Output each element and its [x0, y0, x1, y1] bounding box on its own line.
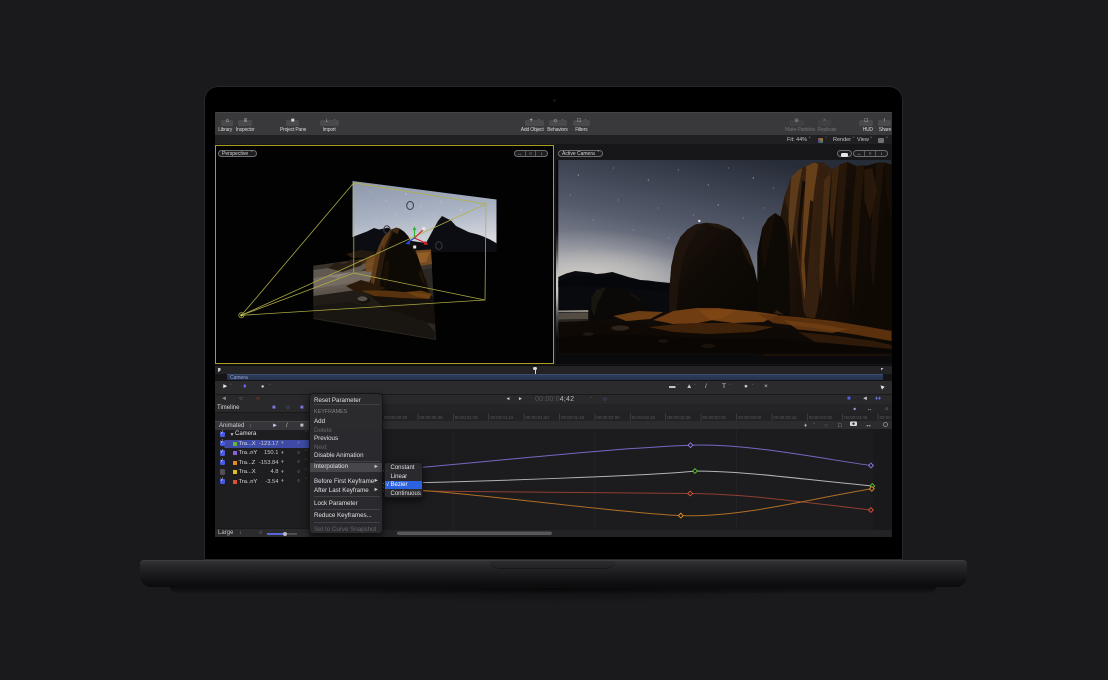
- svg-text:00:00:00:45: 00:00:00:45: [419, 415, 443, 420]
- svg-text:00:00:00:30: 00:00:00:30: [384, 415, 408, 420]
- svg-text:00:00:02:30: 00:00:02:30: [667, 415, 691, 420]
- svg-text:○: ○: [824, 423, 828, 429]
- svg-text:00:00:02:00: 00:00:02:00: [596, 415, 620, 420]
- svg-text:●: ●: [853, 407, 856, 413]
- svg-text:00:00:03:30: 00:00:03:30: [808, 415, 832, 420]
- svg-text:00:00:03:00: 00:00:03:00: [738, 415, 762, 420]
- svg-text:00:00:01:45: 00:00:01:45: [561, 415, 585, 420]
- svg-text:00:00:03:45: 00:00:03:45: [844, 415, 868, 420]
- svg-text:○: ○: [885, 407, 888, 413]
- svg-text:00:00:03:15: 00:00:03:15: [773, 415, 797, 420]
- svg-text:♦: ♦: [804, 423, 807, 429]
- svg-text:00:00:02:45: 00:00:02:45: [702, 415, 726, 420]
- svg-text:00:00:01:00: 00:00:01:00: [454, 415, 478, 420]
- svg-text:□: □: [838, 423, 842, 429]
- svg-text:00:00:02:15: 00:00:02:15: [631, 415, 655, 420]
- svg-text:00:00:01:30: 00:00:01:30: [525, 415, 549, 420]
- svg-text:↔: ↔: [867, 407, 873, 413]
- svg-text:00:00:01:15: 00:00:01:15: [490, 415, 514, 420]
- svg-text:↔: ↔: [865, 422, 872, 429]
- svg-text:00:00:0: 00:00:0: [879, 415, 892, 420]
